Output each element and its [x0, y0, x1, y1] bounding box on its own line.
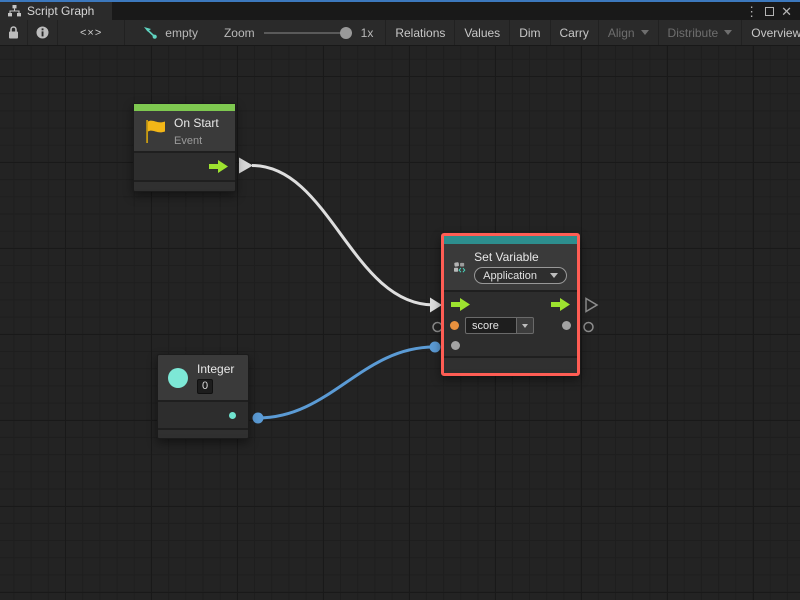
code-icon: <×>: [80, 27, 102, 39]
node-accent-bar: [134, 104, 235, 111]
node-footer: [158, 428, 248, 434]
node-set-variable[interactable]: Set Variable Application score: [441, 233, 580, 376]
titlebar: Script Graph ⋮ ✕: [0, 0, 800, 20]
values-button-label: Values: [464, 26, 500, 40]
node-accent-bar: [444, 236, 577, 244]
node-title: Set Variable: [474, 250, 538, 264]
variable-name-dropdown-button[interactable]: [517, 317, 534, 334]
zoom-value: 1x: [361, 26, 374, 40]
value-wire-start-dot[interactable]: [253, 413, 264, 424]
distribute-dropdown-button[interactable]: Distribute: [659, 20, 743, 45]
graph-icon: [8, 5, 21, 17]
maximize-icon[interactable]: [765, 7, 774, 16]
zoom-label: Zoom: [224, 26, 255, 40]
node-header: Set Variable Application: [444, 244, 577, 290]
chevron-down-icon: [522, 324, 528, 328]
wires-layer: [0, 46, 800, 600]
close-icon[interactable]: ✕: [781, 5, 792, 18]
value-wire[interactable]: [258, 347, 434, 418]
inspect-button[interactable]: [28, 20, 58, 45]
value-wire-end-dot[interactable]: [430, 342, 441, 353]
variable-scope-dropdown[interactable]: Application: [474, 267, 567, 284]
integer-value-field[interactable]: 0: [197, 379, 213, 394]
flow-output-port[interactable]: [209, 160, 228, 173]
node-ports: [134, 151, 235, 180]
unconnected-flow-output-marker[interactable]: [586, 299, 597, 312]
zoom-slider[interactable]: [264, 26, 352, 40]
info-icon: [36, 26, 49, 39]
node-title: On Start: [174, 116, 219, 130]
integer-icon: [168, 368, 188, 388]
chevron-down-icon: [724, 30, 732, 35]
lock-button[interactable]: [0, 20, 28, 45]
variable-name-port[interactable]: [450, 321, 459, 330]
graph-breadcrumb[interactable]: empty: [125, 20, 212, 45]
node-header: On Start Event: [134, 111, 235, 151]
lock-icon: [8, 26, 19, 39]
flow-wire[interactable]: [252, 166, 434, 306]
dim-button[interactable]: Dim: [510, 20, 550, 45]
graph-pointer-icon: [143, 26, 158, 40]
values-button[interactable]: Values: [455, 20, 510, 45]
variable-scope-value: Application: [483, 270, 537, 282]
node-footer: [134, 180, 235, 189]
flag-icon: [144, 119, 166, 144]
variable-name-value[interactable]: score: [465, 317, 517, 334]
node-integer[interactable]: Integer 0: [157, 354, 249, 439]
node-ports: [158, 400, 248, 428]
code-view-button[interactable]: <×>: [58, 20, 125, 45]
relations-button[interactable]: Relations: [386, 20, 455, 45]
flow-output-port[interactable]: [551, 298, 570, 311]
value-input-port[interactable]: [451, 341, 460, 350]
titlebar-spacer: [112, 2, 745, 20]
node-on-start[interactable]: On Start Event: [133, 103, 236, 192]
zoom-slider-handle[interactable]: [340, 27, 352, 39]
zoom-slider-track[interactable]: [264, 32, 352, 34]
window-menu-icon[interactable]: ⋮: [745, 5, 758, 18]
dim-button-label: Dim: [519, 26, 540, 40]
carry-button-label: Carry: [560, 26, 589, 40]
zoom-control: Zoom 1x: [212, 20, 386, 45]
toolbar: <×> empty Zoom 1x Relations Values Dim C…: [0, 20, 800, 46]
value-output-port[interactable]: [562, 321, 571, 330]
align-dropdown-button[interactable]: Align: [599, 20, 659, 45]
flow-input-port[interactable]: [451, 298, 470, 311]
node-ports: score: [444, 290, 577, 356]
node-header: Integer 0: [158, 355, 248, 400]
tab-title: Script Graph: [27, 4, 94, 18]
node-subtitle: Event: [174, 135, 202, 147]
overview-button[interactable]: Overview: [742, 20, 800, 45]
integer-output-port[interactable]: [229, 412, 236, 419]
variable-name-field[interactable]: score: [465, 317, 534, 334]
node-title: Integer: [197, 362, 234, 376]
align-button-label: Align: [608, 26, 635, 40]
chevron-down-icon: [641, 30, 649, 35]
breadcrumb-label: empty: [165, 26, 198, 40]
flow-wire-start-arrow[interactable]: [239, 158, 253, 174]
set-variable-icon: [454, 254, 466, 281]
unconnected-value-output-marker[interactable]: [584, 323, 593, 332]
node-footer: [444, 356, 577, 369]
graph-canvas[interactable]: On Start Event Set Variable Applicatio: [0, 46, 800, 600]
distribute-button-label: Distribute: [668, 26, 719, 40]
carry-button[interactable]: Carry: [551, 20, 599, 45]
tab-script-graph[interactable]: Script Graph: [0, 2, 112, 20]
relations-button-label: Relations: [395, 26, 445, 40]
overview-button-label: Overview: [751, 26, 800, 40]
chevron-down-icon: [550, 273, 558, 278]
